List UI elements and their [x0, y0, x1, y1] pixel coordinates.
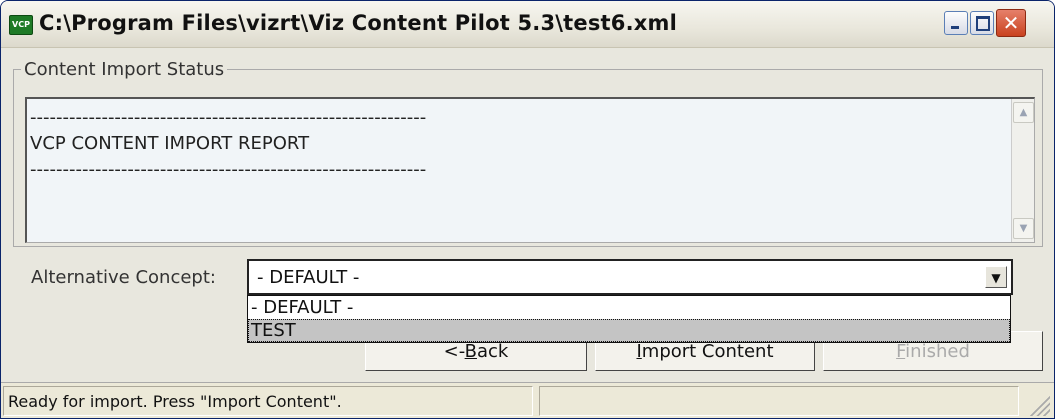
close-button[interactable]: ✕ — [996, 9, 1026, 37]
import-label-post: mport Content — [641, 341, 774, 362]
import-dialog-window: VCP C:\Program Files\vizrt\Viz Content P… — [0, 0, 1055, 419]
finished-label-post: inished — [905, 341, 970, 362]
import-report-textbox[interactable]: ----------------------------------------… — [25, 97, 1035, 243]
close-icon: ✕ — [1002, 11, 1020, 35]
group-legend: Content Import Status — [21, 59, 228, 80]
alternative-concept-dropdown-list[interactable]: - DEFAULT - TEST — [247, 295, 1011, 343]
scroll-up-icon[interactable]: ▲ — [1013, 102, 1034, 123]
status-bar: Ready for import. Press "Import Content"… — [1, 382, 1054, 418]
window-title: C:\Program Files\vizrt\Viz Content Pilot… — [39, 11, 677, 35]
maximize-icon[interactable] — [970, 11, 994, 35]
dropdown-option-default[interactable]: - DEFAULT - — [248, 296, 1010, 319]
minimize-icon[interactable] — [944, 11, 968, 35]
combo-selected-value: - DEFAULT - — [257, 267, 360, 288]
back-label-post: ack — [476, 341, 509, 362]
back-mnemonic: B — [464, 341, 477, 362]
back-label-pre: <- — [443, 341, 465, 362]
report-scrollbar[interactable]: ▲ ▼ — [1011, 99, 1034, 242]
alternative-concept-label: Alternative Concept: — [31, 267, 216, 288]
dropdown-option-test[interactable]: TEST — [248, 319, 1010, 342]
alternative-concept-select[interactable]: - DEFAULT - ▼ — [247, 259, 1013, 295]
dropdown-arrow-icon[interactable]: ▼ — [985, 266, 1007, 288]
status-text: Ready for import. Press "Import Content"… — [8, 392, 342, 411]
scroll-down-icon[interactable]: ▼ — [1013, 218, 1034, 239]
title-bar[interactable]: VCP C:\Program Files\vizrt\Viz Content P… — [1, 1, 1054, 48]
vcp-app-icon[interactable]: VCP — [9, 15, 33, 35]
status-pane-secondary — [539, 386, 1019, 416]
status-pane-main: Ready for import. Press "Import Content"… — [3, 386, 533, 416]
report-text: ----------------------------------------… — [30, 107, 427, 180]
size-grip-icon[interactable] — [1030, 396, 1050, 416]
finished-mnemonic: F — [896, 341, 906, 362]
